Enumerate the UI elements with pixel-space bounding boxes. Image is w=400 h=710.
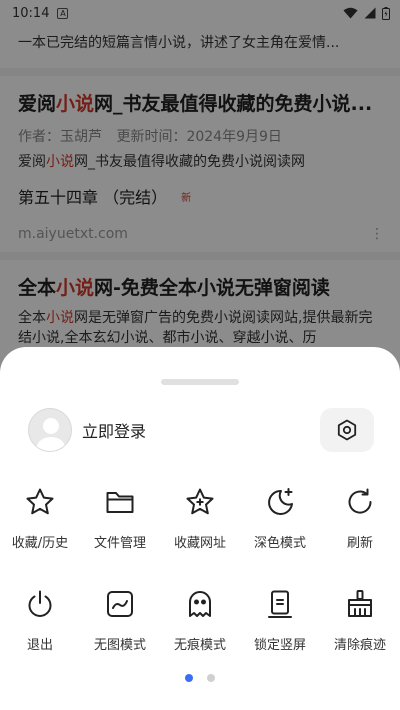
star-icon [22,484,58,520]
menu-sheet: 立即登录 收藏/历史 文件管理 收藏网址 深色模式 刷新 退出 无图模式 无痕模… [0,347,400,710]
menu-item-favorites-history[interactable]: 收藏/历史 [0,484,80,551]
drag-handle[interactable] [161,379,239,385]
page-dot[interactable] [207,674,215,682]
menu-item-bookmark-url[interactable]: 收藏网址 [160,484,240,551]
moon-icon [262,484,298,520]
menu-item-lock-portrait[interactable]: 锁定竖屏 [240,586,320,653]
page-indicator [0,674,400,682]
menu-item-exit[interactable]: 退出 [0,586,80,653]
menu-item-file-manager[interactable]: 文件管理 [80,484,160,551]
page-dot-active[interactable] [185,674,193,682]
menu-item-no-image-mode[interactable]: 无图模式 [80,586,160,653]
login-row[interactable]: 立即登录 [28,408,146,452]
menu-row-2: 退出 无图模式 无痕模式 锁定竖屏 清除痕迹 [0,586,400,653]
lock-portrait-icon [262,586,298,622]
menu-row-1: 收藏/历史 文件管理 收藏网址 深色模式 刷新 [0,484,400,551]
menu-item-incognito-mode[interactable]: 无痕模式 [160,586,240,653]
folder-icon [102,484,138,520]
settings-button[interactable] [320,408,374,452]
menu-item-clear-history[interactable]: 清除痕迹 [320,586,400,653]
gear-icon [335,418,359,442]
no-image-icon [102,586,138,622]
login-label[interactable]: 立即登录 [82,418,146,442]
avatar[interactable] [28,408,72,452]
star-plus-icon [182,484,218,520]
menu-item-dark-mode[interactable]: 深色模式 [240,484,320,551]
broom-icon [342,586,378,622]
refresh-icon [342,484,378,520]
power-icon [22,586,58,622]
ghost-icon [182,586,218,622]
menu-item-refresh[interactable]: 刷新 [320,484,400,551]
